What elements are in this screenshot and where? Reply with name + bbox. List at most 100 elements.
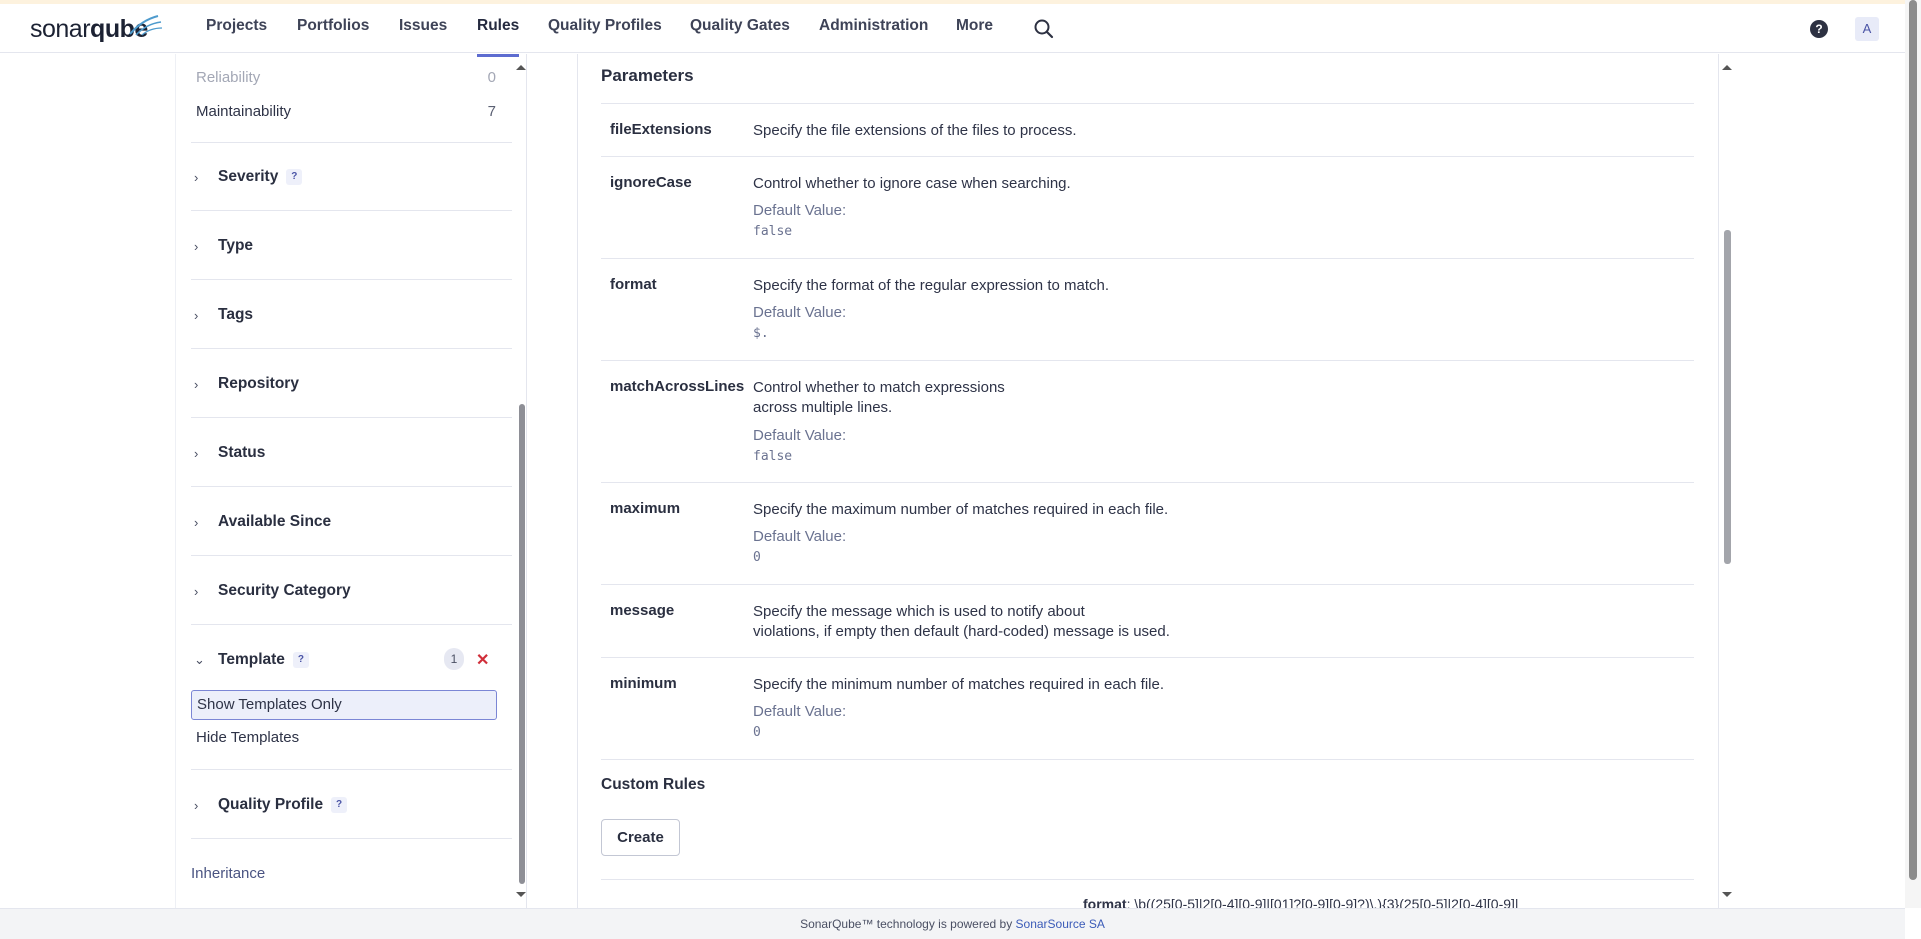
divider: [191, 417, 512, 418]
divider: [191, 624, 512, 625]
divider: [601, 879, 1694, 880]
chevron-right-icon: ›: [194, 376, 199, 392]
param-row: matchAcrossLines Control whether to matc…: [601, 361, 1694, 483]
facet-value-label: Maintainability: [196, 103, 292, 120]
param-row: maximum Specify the maximum number of ma…: [601, 483, 1694, 585]
footer-text: SonarQube™ technology is powered by: [800, 917, 1016, 931]
facet-label: Quality Profile: [218, 796, 324, 813]
divider: [191, 555, 512, 556]
nav-rules[interactable]: Rules: [477, 17, 520, 57]
facet-label: Available Since: [218, 513, 332, 530]
custom-rule-param-key: format: [1083, 896, 1127, 908]
param-description: Control whether to match expressions acr…: [753, 378, 1005, 418]
chevron-right-icon: ›: [194, 238, 199, 254]
facet-label: Security Category: [218, 582, 351, 599]
param-row: message Specify the message which is use…: [601, 585, 1694, 658]
clear-template-filter-icon[interactable]: ✕: [476, 650, 489, 670]
scroll-down-arrow-icon[interactable]: [516, 892, 526, 897]
page-scrollbar[interactable]: [1905, 0, 1921, 908]
nav-projects[interactable]: Projects: [206, 17, 267, 57]
nav-issues[interactable]: Issues: [399, 17, 447, 57]
footer: SonarQube™ technology is powered by Sona…: [0, 908, 1905, 939]
rule-details-panel: Parameters fileExtensions Specify the fi…: [577, 54, 1719, 908]
facet-label: Template: [218, 651, 285, 668]
nav-quality-profiles[interactable]: Quality Profiles: [548, 17, 662, 57]
param-description: Specify the minimum number of matches re…: [753, 676, 1165, 693]
chevron-right-icon: ›: [194, 583, 199, 599]
param-description: Specify the file extensions of the files…: [753, 122, 1077, 139]
chevron-right-icon: ›: [194, 445, 199, 461]
facet-value-maintainability[interactable]: Maintainability 7: [196, 103, 496, 120]
scroll-up-arrow-icon[interactable]: [516, 65, 526, 70]
chevron-right-icon: ›: [194, 514, 199, 530]
search-icon[interactable]: [1033, 18, 1055, 40]
logo-text-sonar: sonar: [30, 14, 91, 43]
details-scrollbar[interactable]: [1719, 56, 1735, 906]
divider: [191, 486, 512, 487]
param-key: matchAcrossLines: [610, 378, 745, 395]
divider: [191, 210, 512, 211]
divider: [191, 769, 512, 770]
scroll-down-arrow-icon[interactable]: [1722, 892, 1732, 897]
facet-inheritance[interactable]: Inheritance: [191, 865, 265, 882]
param-key: maximum: [610, 500, 681, 517]
nav-portfolios[interactable]: Portfolios: [297, 17, 369, 57]
divider: [191, 142, 512, 143]
sonar-waves-icon: [129, 15, 163, 36]
custom-rule-param-value: : \b((25[0-5]|2[0-4][0-9]|[01]?[0-9][0-9…: [1126, 896, 1519, 908]
scroll-up-arrow-icon[interactable]: [1722, 65, 1732, 70]
default-value-label: Default Value:: [753, 304, 847, 321]
param-key: message: [610, 602, 675, 619]
facet-label: Status: [218, 444, 266, 461]
help-tooltip-icon[interactable]: ?: [286, 169, 303, 185]
parameters-title: Parameters: [601, 66, 694, 85]
param-description-line: violations, if empty then default (hard-…: [753, 623, 1170, 640]
nav-administration[interactable]: Administration: [819, 17, 928, 57]
help-tooltip-icon[interactable]: ?: [331, 797, 348, 813]
scrollbar-thumb[interactable]: [519, 404, 525, 884]
param-description-line: Specify the message which is used to not…: [753, 603, 1085, 620]
param-description: Control whether to ignore case when sear…: [753, 175, 1071, 192]
help-tooltip-icon[interactable]: ?: [292, 652, 309, 668]
nav-quality-gates[interactable]: Quality Gates: [690, 17, 790, 57]
facet-value-count: 7: [487, 103, 496, 120]
help-icon[interactable]: ?: [1810, 20, 1828, 38]
template-option-hide[interactable]: Hide Templates: [191, 724, 497, 754]
chevron-right-icon: ›: [194, 307, 199, 323]
divider: [191, 279, 512, 280]
rules-facets-sidebar: Reliability 0 Maintainability 7 › Severi…: [175, 54, 527, 908]
facet-value-count: 0: [487, 69, 496, 86]
param-row: fileExtensions Specify the file extensio…: [601, 104, 1694, 157]
sidebar-scrollbar[interactable]: [514, 56, 528, 906]
nav-more[interactable]: More: [956, 17, 993, 57]
sonarqube-logo[interactable]: sonar qube: [30, 12, 163, 46]
scrollbar-thumb[interactable]: [1724, 230, 1731, 564]
param-key: fileExtensions: [610, 121, 712, 138]
create-custom-rule-button[interactable]: Create: [601, 819, 680, 856]
default-value-label: Default Value:: [753, 202, 847, 219]
param-key: minimum: [610, 675, 677, 692]
param-key: format: [610, 276, 657, 293]
default-value-label: Default Value:: [753, 528, 847, 545]
facet-label: Tags: [218, 306, 254, 323]
default-value: 0: [753, 550, 761, 565]
scrollbar-thumb[interactable]: [1909, 0, 1917, 880]
facet-label: Severity: [218, 168, 279, 185]
param-row: ignoreCase Control whether to ignore cas…: [601, 157, 1694, 259]
default-value-label: Default Value:: [753, 427, 847, 444]
template-option-show-only[interactable]: Show Templates Only: [191, 690, 497, 720]
chevron-down-icon: ⌄: [194, 652, 205, 667]
default-value: $.: [753, 326, 769, 341]
custom-rules-title: Custom Rules: [601, 776, 706, 793]
facet-value-reliability[interactable]: Reliability 0: [196, 69, 496, 86]
param-key: ignoreCase: [610, 174, 692, 191]
chevron-right-icon: ›: [194, 797, 199, 813]
facet-value-label: Reliability: [196, 69, 261, 86]
param-row: minimum Specify the minimum number of ma…: [601, 658, 1694, 760]
user-avatar[interactable]: A: [1855, 17, 1879, 41]
template-selected-count-badge: 1: [444, 648, 464, 670]
facet-label: Type: [218, 237, 254, 254]
sonarsource-link[interactable]: SonarSource SA: [1016, 917, 1105, 931]
param-description-line: Control whether to match expressions: [753, 379, 1005, 396]
param-description: Specify the maximum number of matches re…: [753, 501, 1169, 518]
